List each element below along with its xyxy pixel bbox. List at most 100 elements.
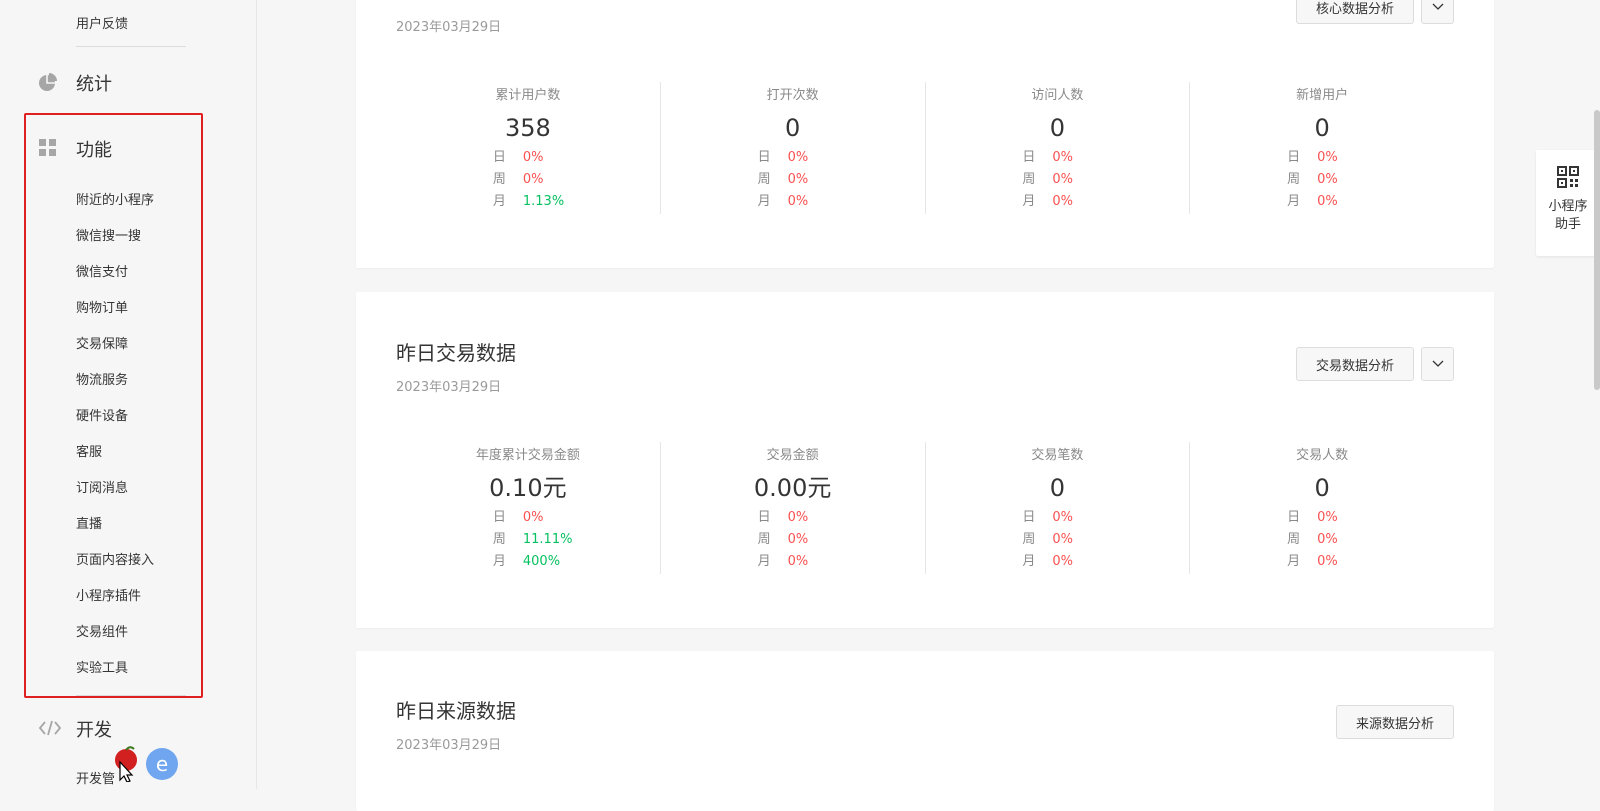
stat-row-key: 周 <box>757 172 771 187</box>
core-dropdown-button[interactable] <box>1421 0 1454 24</box>
sidebar-group-functions[interactable]: 功能 <box>76 136 112 162</box>
stat-trade-count: 交易笔数 0 日 0% 周 0% 月 0% <box>924 442 1190 574</box>
stat-row-value: 0% <box>787 554 809 569</box>
stat-row-key: 日 <box>492 510 506 525</box>
stat-row-key: 日 <box>1287 510 1301 525</box>
sidebar-item-pay[interactable]: 微信支付 <box>76 261 128 280</box>
sidebar-item-search[interactable]: 微信搜一搜 <box>76 225 141 244</box>
source-analysis-button[interactable]: 来源数据分析 <box>1336 705 1454 739</box>
stat-value: 0.10元 <box>489 474 567 502</box>
trade-dropdown-button[interactable] <box>1421 347 1454 381</box>
card-date: 2023年03月29日 <box>396 738 502 753</box>
stat-label: 累计用户数 <box>495 88 561 103</box>
stat-row-key: 周 <box>1287 532 1301 547</box>
stat-opens: 打开次数 0 日 0% 周 0% 月 0% <box>659 82 925 214</box>
stat-row-value: 0% <box>1052 510 1073 525</box>
pie-chart-icon <box>39 73 57 91</box>
sidebar-group-stats[interactable]: 统计 <box>76 70 112 96</box>
trade-data-card: 昨日交易数据 2023年03月29日 交易数据分析 年度累计交易金额 0.10元… <box>356 292 1494 628</box>
stat-row-value: 0% <box>1317 510 1338 525</box>
stat-row-value: 0% <box>787 172 809 187</box>
stat-label: 交易人数 <box>1296 448 1349 463</box>
sidebar-item-trade-component[interactable]: 交易组件 <box>76 621 128 640</box>
core-analysis-button[interactable]: 核心数据分析 <box>1296 0 1414 24</box>
sidebar-item-plugin[interactable]: 小程序插件 <box>76 585 141 604</box>
stat-row-key: 月 <box>492 554 506 569</box>
stat-row-value: 0% <box>1052 532 1073 547</box>
stat-row-key: 周 <box>492 532 506 547</box>
sidebar-item-feedback[interactable]: 用户反馈 <box>76 13 128 32</box>
core-data-card: 2023年03月29日 核心数据分析 累计用户数 358 日 0% 周 0% 月 1.… <box>356 0 1494 268</box>
stat-row-key: 日 <box>1022 510 1036 525</box>
card-date: 2023年03月29日 <box>396 380 502 395</box>
sidebar-item-subscribe[interactable]: 订阅消息 <box>76 477 128 496</box>
stat-row-key: 月 <box>492 194 506 209</box>
stat-label: 交易金额 <box>766 448 819 463</box>
stat-row-value: 11.11% <box>522 532 573 547</box>
stat-row-key: 月 <box>1022 194 1036 209</box>
stat-row-value: 0% <box>1317 532 1338 547</box>
helper-label-line2: 助手 <box>1554 217 1581 232</box>
stat-row-value: 0% <box>522 150 544 165</box>
sidebar-item-guarantee[interactable]: 交易保障 <box>76 333 128 352</box>
sidebar-item-lab[interactable]: 实验工具 <box>76 657 128 676</box>
stat-row-value: 1.13% <box>522 194 565 209</box>
sidebar-item-orders[interactable]: 购物订单 <box>76 297 128 316</box>
stat-label: 年度累计交易金额 <box>475 448 580 463</box>
stat-row-key: 周 <box>492 172 506 187</box>
stat-row-value: 0% <box>1052 554 1073 569</box>
sidebar-item-hardware[interactable]: 硬件设备 <box>76 405 128 424</box>
stat-row-value: 400% <box>522 554 561 569</box>
stat-value: 0 <box>1049 474 1066 502</box>
stat-row-value: 0% <box>1052 172 1073 187</box>
stat-row-key: 日 <box>757 150 771 165</box>
sidebar-item-service[interactable]: 客服 <box>76 441 102 460</box>
stat-row-key: 周 <box>1022 172 1036 187</box>
stat-value: 0 <box>1049 114 1066 142</box>
grid-icon <box>39 139 56 156</box>
card-title: 昨日来源数据 <box>396 699 516 723</box>
core-stats: 累计用户数 358 日 0% 周 0% 月 1.13% 打开次数 0 日 0% 周 0% … <box>396 82 1454 214</box>
stat-row-key: 月 <box>1287 194 1301 209</box>
sidebar-item-nearby[interactable]: 附近的小程序 <box>76 189 154 208</box>
stat-value: 0 <box>1314 114 1330 142</box>
stat-value: 358 <box>504 114 551 142</box>
stat-label: 打开次数 <box>766 88 819 103</box>
card-date: 2023年03月29日 <box>396 20 502 35</box>
stat-label: 新增用户 <box>1296 88 1349 103</box>
stat-row-key: 周 <box>1022 532 1036 547</box>
sidebar-item-logistics[interactable]: 物流服务 <box>76 369 128 388</box>
sidebar-divider <box>76 695 186 696</box>
stat-row-key: 日 <box>1287 150 1301 165</box>
mini-program-helper[interactable]: 小程序 助手 <box>1536 150 1600 256</box>
stat-row-key: 日 <box>492 150 506 165</box>
sidebar-group-dev[interactable]: 开发 <box>76 716 112 742</box>
sidebar-item-content[interactable]: 页面内容接入 <box>76 549 154 568</box>
stat-row-key: 月 <box>757 194 771 209</box>
stat-row-value: 0% <box>522 172 544 187</box>
stat-row-value: 0% <box>1317 194 1338 209</box>
helper-label-line1: 小程序 <box>1548 199 1588 214</box>
stat-row-key: 周 <box>1287 172 1301 187</box>
stat-row-value: 0% <box>1317 554 1338 569</box>
stat-annual-amount: 年度累计交易金额 0.10元 日 0% 周 11.11% 月 400% <box>396 442 660 574</box>
stat-row-key: 日 <box>1022 150 1036 165</box>
stat-row-value: 0% <box>1052 194 1073 209</box>
stat-label: 交易笔数 <box>1031 448 1084 463</box>
sidebar-item-live[interactable]: 直播 <box>76 513 102 532</box>
stat-visitors: 访问人数 0 日 0% 周 0% 月 0% <box>924 82 1190 214</box>
stat-new-users: 新增用户 0 日 0% 周 0% 月 0% <box>1189 82 1454 214</box>
source-data-card: 昨日来源数据 2023年03月29日 来源数据分析 <box>356 651 1494 811</box>
stat-label: 访问人数 <box>1031 88 1084 103</box>
stat-trade-users: 交易人数 0 日 0% 周 0% 月 0% <box>1189 442 1454 574</box>
stat-row-value: 0% <box>787 150 809 165</box>
code-icon <box>38 720 62 736</box>
trade-analysis-button[interactable]: 交易数据分析 <box>1296 347 1414 381</box>
stat-trade-amount: 交易金额 0.00元 日 0% 周 0% 月 0% <box>659 442 925 574</box>
stat-row-key: 月 <box>1287 554 1301 569</box>
stat-row-key: 月 <box>757 554 771 569</box>
stat-cumulative-users: 累计用户数 358 日 0% 周 0% 月 1.13% <box>396 82 660 214</box>
stat-row-key: 月 <box>1022 554 1036 569</box>
stat-row-value: 0% <box>787 532 809 547</box>
scrollbar-thumb[interactable] <box>1594 110 1600 390</box>
